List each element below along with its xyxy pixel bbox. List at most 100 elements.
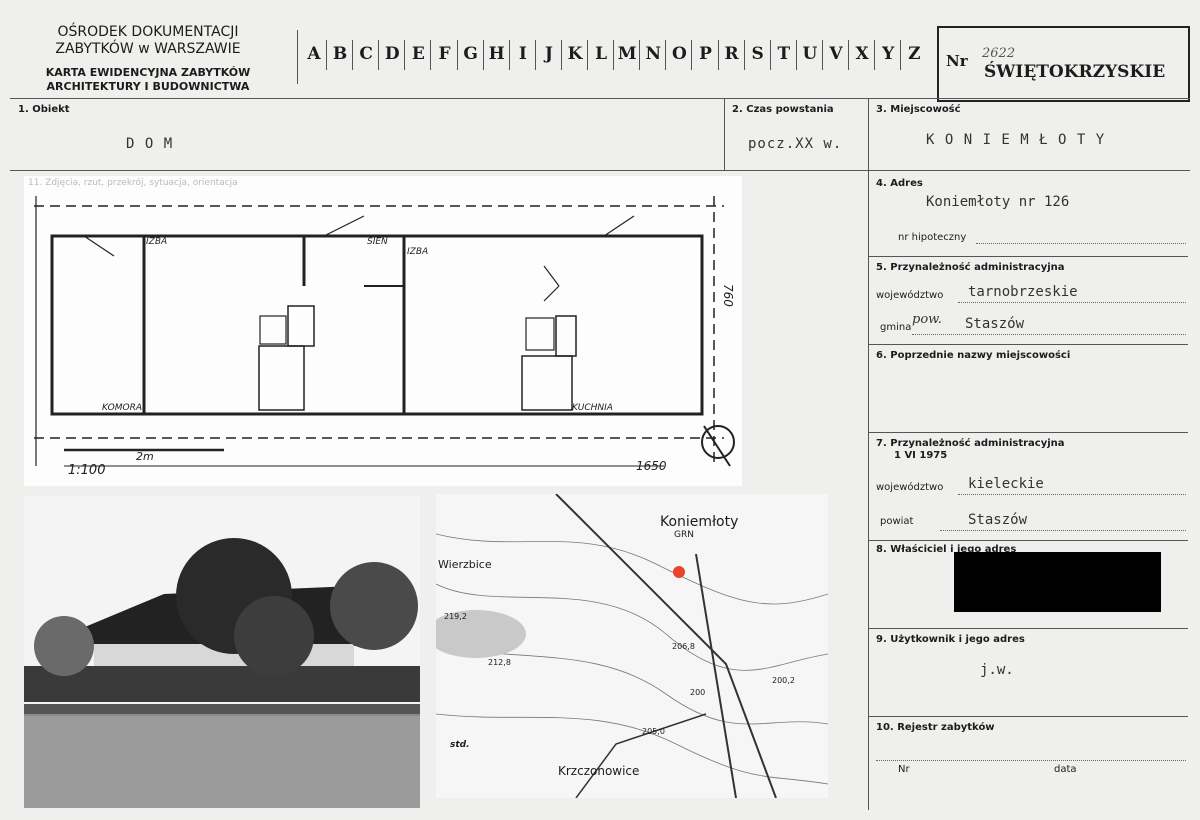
plan-dim-2m: 2m <box>136 450 154 463</box>
letter-separator <box>665 40 667 70</box>
uzytkownik-label: 9. Użytkownik i jego adres <box>876 634 1025 645</box>
czas-value: pocz.XX w. <box>748 136 843 152</box>
map-wierzbice: Wierzbice <box>438 558 492 571</box>
czas-label: 2. Czas powstania <box>732 104 834 115</box>
index-letter: X <box>855 44 869 64</box>
nr-value: 2622 <box>982 46 1016 61</box>
letter-separator <box>456 40 458 70</box>
index-letter: U <box>802 44 818 64</box>
poprz-label: 6. Poprzednie nazwy miejscowości <box>876 350 1071 361</box>
index-letter: C <box>359 44 373 64</box>
adres-label: 4. Adres <box>876 178 923 189</box>
plan-label-izba1: IZBA <box>146 237 167 247</box>
plan-label-komora: KOMORA <box>102 403 142 413</box>
letter-separator <box>848 40 849 70</box>
region-name: ŚWIĘTOKRZYSKIE <box>984 62 1166 82</box>
map-elev-4: 200 <box>690 688 706 697</box>
przynal75-label: 7. Przynależność administracyjna <box>876 438 1065 449</box>
woj-line <box>958 302 1186 303</box>
index-letter: P <box>699 44 712 64</box>
hipoteczny-line <box>976 243 1186 244</box>
letter-separator <box>613 40 615 70</box>
redaction-block <box>954 552 1161 612</box>
letter-separator <box>404 40 406 70</box>
przynal75-date: 1 VI 1975 <box>894 450 948 461</box>
woj-value: tarnobrzeskie <box>968 284 1078 300</box>
miejscowosc-label: 3. Miejscowość <box>876 104 961 115</box>
letter-separator <box>769 40 771 70</box>
index-letter: K <box>567 44 583 64</box>
letter-separator <box>587 40 588 70</box>
letter-separator <box>795 40 797 70</box>
index-letter: Z <box>908 44 921 64</box>
nr-label: Nr <box>946 52 968 70</box>
index-letter: A <box>307 44 321 64</box>
gmina-line <box>912 334 1186 335</box>
miejscowosc-value: K O N I E M Ł O T Y <box>926 132 1106 148</box>
woj75-line <box>958 494 1186 495</box>
index-letter: O <box>671 44 687 64</box>
rule-10 <box>868 716 1188 717</box>
rule-5 <box>868 256 1188 257</box>
map-drawing: 205,0 <box>436 494 828 798</box>
map-std: std. <box>450 740 470 750</box>
letters-left-rule <box>297 30 298 84</box>
rejestr-line <box>876 760 1186 761</box>
rule-7 <box>868 432 1188 433</box>
map-elev-1: 219,2 <box>444 612 467 621</box>
obiekt-label: 1. Obiekt <box>18 104 70 115</box>
letter-separator <box>482 40 484 70</box>
index-letter: M <box>617 44 637 64</box>
letter-separator <box>821 40 823 70</box>
letter-separator <box>508 40 510 70</box>
index-letter: B <box>332 44 348 64</box>
letter-separator <box>378 40 380 70</box>
index-letter: H <box>488 44 505 64</box>
rule-6 <box>868 344 1188 345</box>
letter-separator <box>326 40 327 70</box>
letter-separator <box>874 40 876 70</box>
index-letter: V <box>829 44 843 64</box>
row1-rule <box>10 170 1190 171</box>
letter-separator <box>430 40 432 70</box>
letter-separator <box>639 40 641 70</box>
letter-separator <box>352 40 354 70</box>
floor-plan: 11. Zdjęcia, rzut, przekrój, sytuacja, o… <box>24 176 742 486</box>
obiekt-value: D O M <box>126 136 174 152</box>
plan-scale: 1:100 <box>68 463 105 478</box>
col-rule-2 <box>868 98 869 810</box>
index-letter: D <box>384 44 400 64</box>
house-photo-image <box>24 496 420 808</box>
index-letter: E <box>411 44 425 64</box>
woj75-label: województwo <box>876 482 944 493</box>
index-letter: Y <box>882 44 895 64</box>
letter-separator <box>743 40 745 70</box>
rule-8 <box>868 540 1188 541</box>
plan-label-kuchnia: KUCHNIA <box>572 403 613 413</box>
col-rule-1 <box>724 98 725 170</box>
rule-9 <box>868 628 1188 629</box>
gmina-label: gmina <box>880 322 912 333</box>
rejestr-label: 10. Rejestr zabytków <box>876 722 995 733</box>
house-photo <box>24 496 420 808</box>
index-letter: N <box>645 44 662 64</box>
letter-separator <box>691 40 693 70</box>
map-elev-3: 206,8 <box>672 642 695 651</box>
index-letter: T <box>777 44 791 64</box>
header-rule <box>10 98 1190 99</box>
map-krzczonowice: Krzczonowice <box>558 764 640 778</box>
location-marker <box>673 566 685 578</box>
powiat-line <box>940 530 1186 531</box>
hipoteczny-label: nr hipoteczny <box>898 232 967 243</box>
powiat-label: powiat <box>880 516 914 527</box>
index-letter: R <box>724 44 739 64</box>
plan-label-sien: SIEŃ <box>367 235 388 247</box>
letter-separator <box>717 40 719 70</box>
map-place: Koniemłoty <box>660 514 739 530</box>
plan-dim-depth: 760 <box>721 284 735 307</box>
gmina-value: Staszów <box>965 316 1025 332</box>
letter-separator <box>900 40 902 70</box>
map-grn: GRN <box>674 530 694 540</box>
rejestr-nr-label: Nr <box>898 764 910 775</box>
letter-separator <box>560 40 562 70</box>
